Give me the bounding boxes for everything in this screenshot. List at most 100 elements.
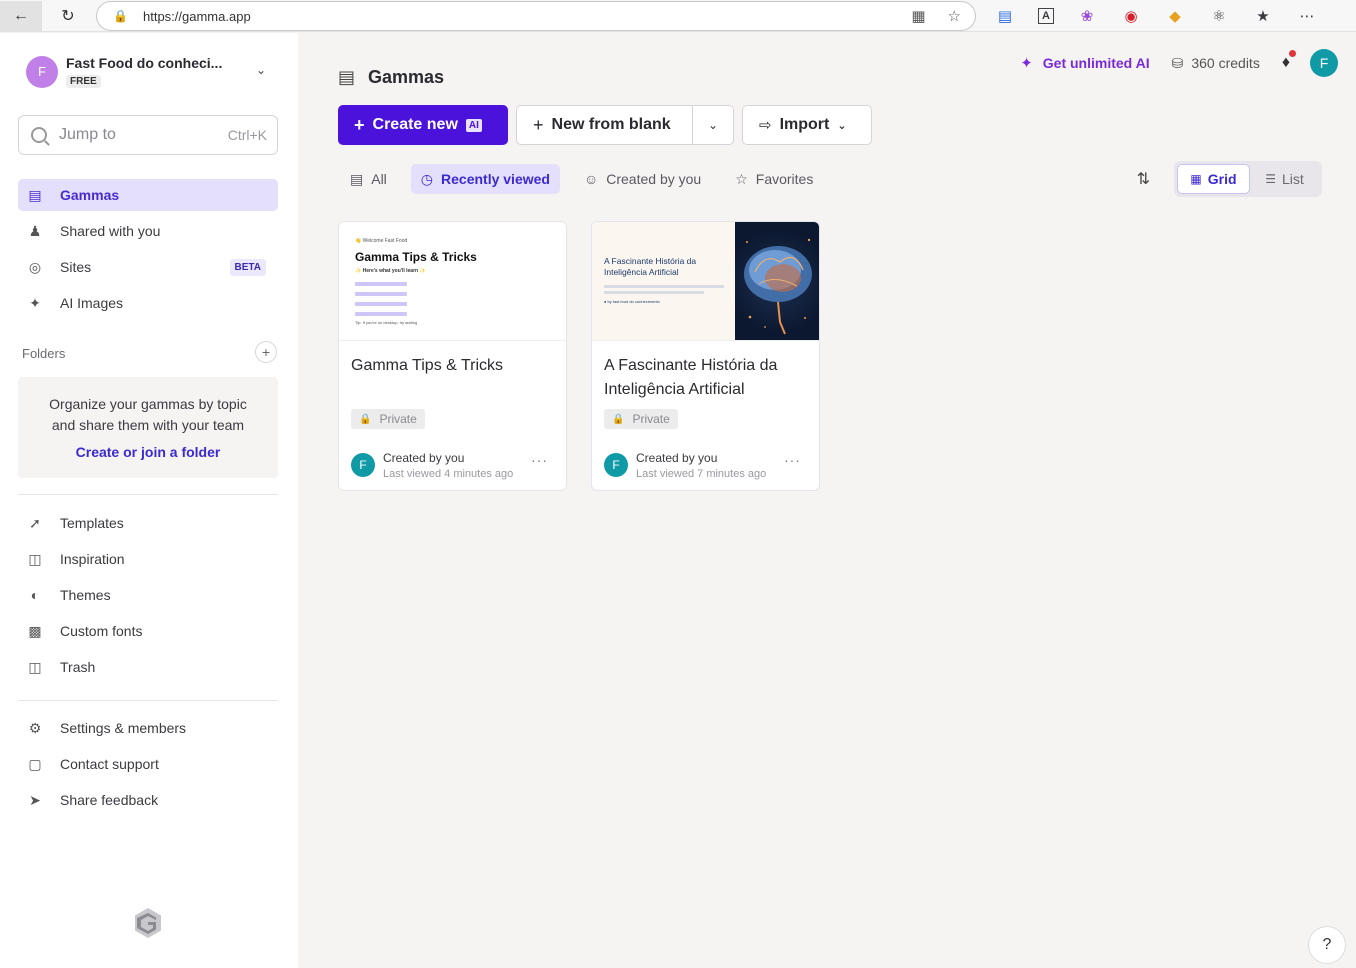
sidebar-item-ai-images[interactable]: ✦ AI Images bbox=[18, 287, 278, 319]
filter-tabs: ▤ All ◷ Recently viewed ☺ Created by you… bbox=[342, 164, 837, 194]
diamond-extension-icon[interactable]: ◆ bbox=[1164, 5, 1186, 27]
sidebar-item-shared[interactable]: ♟ Shared with you bbox=[18, 215, 278, 247]
tab-recently-viewed[interactable]: ◷ Recently viewed bbox=[410, 164, 560, 194]
user-avatar[interactable]: F bbox=[1310, 49, 1338, 77]
add-folder-button[interactable]: + bbox=[255, 341, 277, 363]
sparkle-icon: ✦ bbox=[29, 294, 41, 311]
list-label: List bbox=[1281, 171, 1304, 187]
chevron-down-icon: ⌄ bbox=[707, 118, 719, 132]
favorite-star-icon[interactable]: ☆ bbox=[948, 7, 961, 25]
plan-badge: FREE bbox=[66, 75, 101, 88]
address-bar[interactable]: 🔒 https://gamma.app ▦ ☆ bbox=[96, 1, 976, 31]
thumb-line bbox=[355, 302, 407, 306]
card-footer: F Created by you Last viewed 4 minutes a… bbox=[351, 451, 513, 480]
card-last-viewed: Last viewed 4 minutes ago bbox=[383, 468, 514, 480]
brain-extension-icon[interactable]: ❀ bbox=[1076, 5, 1098, 27]
tab-favorites[interactable]: ☆ Favorites bbox=[725, 164, 823, 194]
get-unlimited-ai-button[interactable]: ✦ Get unlimited AI bbox=[1020, 54, 1149, 72]
visibility-label: Private bbox=[632, 412, 670, 426]
workspace-switcher[interactable]: F Fast Food do conheci... FREE bbox=[26, 55, 236, 88]
thumb-subtitle: ✨ Here's what you'll learn ✨ bbox=[355, 268, 426, 274]
unlimited-ai-label: Get unlimited AI bbox=[1042, 55, 1150, 71]
sidebar-item-label: Themes bbox=[60, 587, 111, 603]
trash-icon: ◫ bbox=[28, 658, 42, 675]
top-right-controls: ✦ Get unlimited AI ⛁ 360 credits ♦ F bbox=[1020, 49, 1338, 77]
sidebar-item-gammas[interactable]: ▤ Gammas bbox=[18, 179, 278, 211]
chat-icon: ▢ bbox=[28, 755, 42, 772]
import-button[interactable]: ⇨ Import ⌄ bbox=[742, 105, 872, 145]
avatar: F bbox=[604, 453, 628, 477]
reload-icon[interactable]: ↻ bbox=[52, 2, 84, 30]
favorites-bar-icon[interactable]: ★ bbox=[1252, 5, 1274, 27]
sidebar-item-sites[interactable]: ◎ Sites BETA bbox=[18, 251, 278, 283]
action-bar: + Create new AI + New from blank ⌄ ⇨ Imp… bbox=[338, 105, 872, 145]
back-icon[interactable]: ← bbox=[0, 0, 42, 31]
gamma-card[interactable]: A Fascinante História da Inteligência Ar… bbox=[591, 221, 820, 491]
sidebar-item-inspiration[interactable]: ◫ Inspiration bbox=[18, 543, 278, 575]
new-from-blank-group: + New from blank ⌄ bbox=[516, 105, 734, 145]
notifications-button[interactable]: ♦ bbox=[1282, 50, 1296, 72]
tab-all[interactable]: ▤ All bbox=[342, 164, 397, 194]
card-thumbnail: A Fascinante História da Inteligência Ar… bbox=[592, 222, 819, 341]
sidebar-item-settings[interactable]: ⚙ Settings & members bbox=[18, 712, 278, 744]
sidebar: F Fast Food do conheci... FREE ⌄ Jump to… bbox=[0, 33, 298, 968]
gammas-icon: ▤ bbox=[338, 67, 356, 87]
brain-image bbox=[735, 222, 819, 340]
lock-icon: 🔒 bbox=[612, 413, 625, 425]
thumb-welcome: 👋 Welcome Fast Food bbox=[355, 238, 408, 244]
apps-icon[interactable]: ▦ bbox=[911, 7, 925, 25]
help-button[interactable]: ? bbox=[1308, 926, 1346, 964]
workspace-avatar: F bbox=[26, 55, 58, 88]
sort-icon[interactable]: ⇅ bbox=[1137, 169, 1150, 189]
user-circle-icon: ☺ bbox=[583, 171, 599, 187]
import-icon: ⇨ bbox=[759, 117, 772, 134]
new-from-blank-button[interactable]: + New from blank bbox=[517, 106, 693, 144]
sidebar-item-label: Share feedback bbox=[60, 792, 159, 808]
sidebar-item-feedback[interactable]: ➤ Share feedback bbox=[18, 784, 278, 816]
thumb-text-panel: A Fascinante História da Inteligência Ar… bbox=[592, 222, 735, 340]
credits-button[interactable]: ⛁ 360 credits bbox=[1172, 55, 1260, 72]
thumb-line bbox=[355, 292, 407, 296]
plus-icon: + bbox=[533, 114, 544, 135]
sidebar-item-label: Templates bbox=[60, 515, 124, 531]
tab-label: Created by you bbox=[606, 171, 702, 187]
sidebar-item-themes[interactable]: ◐ Themes bbox=[18, 579, 278, 611]
list-view-button[interactable]: ☰ List bbox=[1250, 164, 1319, 194]
sidebar-item-trash[interactable]: ◫ Trash bbox=[18, 651, 278, 683]
clock-icon: ◷ bbox=[420, 170, 434, 187]
more-menu-icon[interactable]: ⋯ bbox=[1296, 5, 1318, 27]
grammarly-extension-icon[interactable]: ◉ bbox=[1120, 5, 1142, 27]
card-title: A Fascinante História da Inteligência Ar… bbox=[604, 357, 778, 398]
chevron-down-icon[interactable]: ⌄ bbox=[256, 63, 266, 77]
sidebar-item-support[interactable]: ▢ Contact support bbox=[18, 748, 278, 780]
search-shortcut: Ctrl+K bbox=[227, 127, 267, 143]
card-title: Gamma Tips & Tricks bbox=[351, 357, 504, 374]
gamma-card[interactable]: 👋 Welcome Fast Food Gamma Tips & Tricks … bbox=[338, 221, 567, 491]
thumb-body-line bbox=[604, 285, 724, 288]
sidebar-item-templates[interactable]: ➚ Templates bbox=[18, 507, 278, 539]
browser-toolbar: ← ↻ 🔒 https://gamma.app ▦ ☆ ▤ A ❀ ◉ ◆ ⚛ … bbox=[0, 0, 1356, 32]
puzzle-extensions-icon[interactable]: ⚛ bbox=[1208, 5, 1230, 27]
notification-dot bbox=[1289, 50, 1296, 57]
tab-created-by-you[interactable]: ☺ Created by you bbox=[574, 164, 711, 194]
grid-view-button[interactable]: ▦ Grid bbox=[1177, 164, 1250, 194]
create-folder-link[interactable]: Create or join a folder bbox=[18, 444, 278, 460]
card-last-viewed: Last viewed 7 minutes ago bbox=[636, 468, 767, 480]
sidebar-item-label: AI Images bbox=[60, 295, 124, 311]
url-text: https://gamma.app bbox=[143, 8, 251, 24]
grid-label: Grid bbox=[1207, 171, 1237, 187]
new-options-dropdown[interactable]: ⌄ bbox=[693, 106, 733, 144]
divider bbox=[18, 700, 278, 701]
jump-to-search[interactable]: Jump to Ctrl+K bbox=[18, 115, 278, 155]
card-creator: Created by you bbox=[383, 451, 465, 465]
bolt-icon: ➚ bbox=[29, 514, 41, 531]
sidebar-item-custom-fonts[interactable]: ▩ Custom fonts bbox=[18, 615, 278, 647]
more-options-icon[interactable]: ··· bbox=[531, 452, 548, 468]
lock-icon: 🔒 bbox=[113, 9, 128, 23]
more-options-icon[interactable]: ··· bbox=[784, 452, 801, 468]
gamma-logo-icon bbox=[135, 908, 161, 938]
folders-empty-state: Organize your gammas by topic and share … bbox=[18, 377, 278, 478]
doc-extension-icon[interactable]: ▤ bbox=[994, 5, 1016, 27]
create-new-button[interactable]: + Create new AI bbox=[338, 105, 508, 145]
ai-extension-icon[interactable]: A bbox=[1038, 8, 1054, 24]
